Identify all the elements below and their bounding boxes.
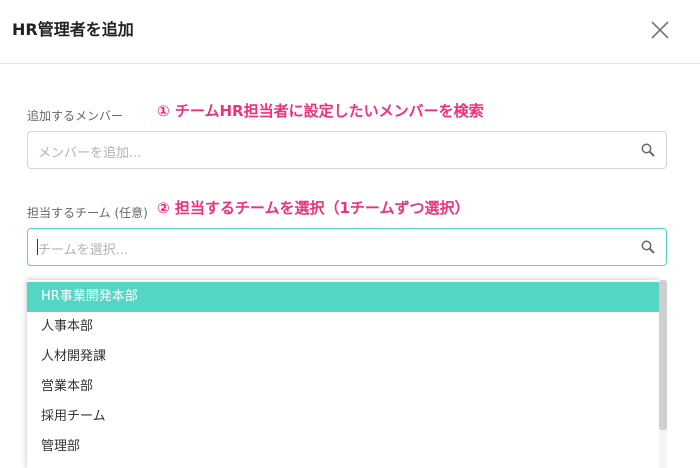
search-icon [641, 240, 655, 254]
member-search-placeholder: メンバーを追加... [38, 146, 142, 161]
team-option[interactable]: 採用チーム [27, 402, 659, 432]
team-option[interactable]: 人材開発課 [27, 342, 659, 372]
team-option[interactable]: 人事本部 [27, 312, 659, 342]
close-icon[interactable] [648, 18, 672, 42]
dropdown-scrollbar[interactable] [659, 280, 667, 468]
member-annotation: ① チームHR担当者に設定したいメンバーを検索 [157, 102, 484, 120]
close-button[interactable] [648, 18, 672, 42]
team-option[interactable]: HR事業開発本部 [27, 282, 659, 312]
team-search-placeholder: チームを選択... [38, 243, 129, 258]
team-option[interactable]: 営業本部 [27, 372, 659, 402]
scrollbar-thumb[interactable] [659, 280, 667, 430]
search-icon [641, 143, 655, 157]
dialog-title: HR管理者を追加 [12, 20, 134, 39]
dialog-header: HR管理者を追加 [0, 0, 700, 64]
team-search-input[interactable]: チームを選択... [27, 228, 667, 266]
team-annotation: ② 担当するチームを選択（1チームずつ選択） [157, 199, 470, 217]
team-option[interactable]: 管理部 [27, 432, 659, 462]
team-field-label: 担当するチーム (任意) [27, 206, 148, 220]
member-search-input[interactable]: メンバーを追加... [27, 131, 667, 169]
team-dropdown: HR事業開発本部 人事本部 人材開発課 営業本部 採用チーム 管理部 [27, 280, 659, 468]
member-field-label: 追加するメンバー [27, 109, 124, 123]
